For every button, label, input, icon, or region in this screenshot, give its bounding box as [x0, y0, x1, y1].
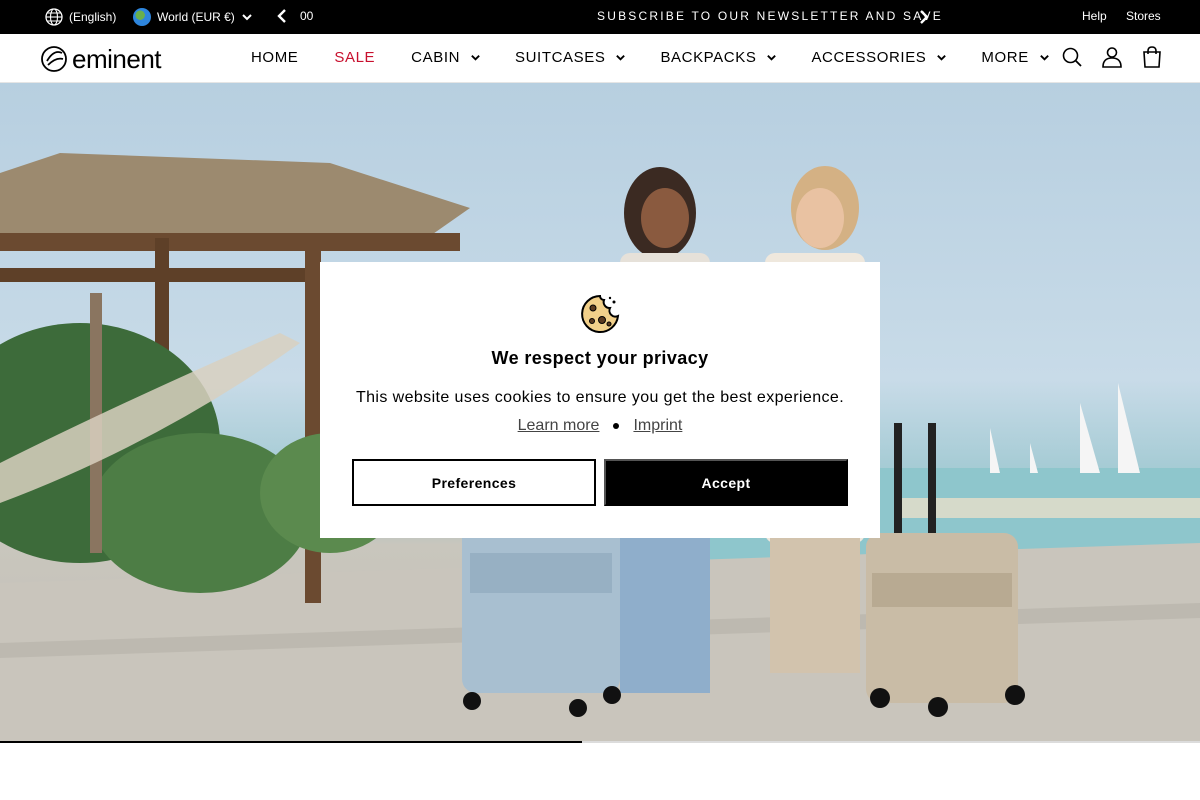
account-icon[interactable]: [1102, 46, 1122, 68]
dialog-links: Learn more Imprint: [320, 417, 880, 435]
chevron-down-icon: [1039, 55, 1049, 61]
nav-home[interactable]: HOME: [251, 49, 298, 66]
dialog-title: We respect your privacy: [491, 348, 709, 368]
link-separator: [613, 423, 620, 429]
slide-progress-fill: [0, 741, 582, 743]
nav-label: SUITCASES: [515, 49, 606, 66]
region-label: World (EUR €): [157, 10, 235, 24]
newsletter-announcement[interactable]: SUBSCRIBE TO OUR NEWSLETTER AND SAVE: [597, 9, 943, 23]
announcement-bar: (English) World (EUR €) 00 SUBSCRIBE TO …: [0, 0, 1200, 34]
nav-label: HOME: [251, 49, 299, 66]
imprint-link[interactable]: Imprint: [633, 417, 682, 435]
nav-accessories[interactable]: ACCESSORIES: [811, 49, 947, 66]
chevron-right-icon: [920, 10, 929, 24]
announcement-next[interactable]: [918, 9, 930, 28]
nav-suitcases[interactable]: SUITCASES: [515, 49, 626, 66]
logo-wordmark: eminent: [72, 44, 162, 74]
chevron-left-icon: [277, 9, 286, 23]
site-header: eminent HOME SALE CABIN SUITCASES BACKPA…: [0, 34, 1200, 83]
learn-more-link[interactable]: Learn more: [518, 417, 600, 435]
nav-backpacks[interactable]: BACKPACKS: [660, 49, 777, 66]
nav-label: BACKPACKS: [660, 49, 757, 66]
brand-logo[interactable]: eminent: [40, 44, 162, 74]
globe-icon: [45, 8, 63, 26]
earth-icon: [133, 8, 151, 26]
nav-more[interactable]: MORE: [981, 49, 1049, 66]
chevron-down-icon: [471, 55, 480, 61]
chevron-down-icon: [937, 55, 947, 61]
language-selector[interactable]: (English): [45, 8, 116, 26]
preferences-button[interactable]: Preferences: [352, 459, 596, 506]
chevron-down-icon: [767, 55, 777, 61]
header-actions: [1062, 46, 1162, 68]
cookie-icon: [581, 294, 620, 333]
main-nav: HOME SALE CABIN SUITCASES BACKPACKS ACCE…: [251, 49, 1050, 66]
region-selector[interactable]: World (EUR €): [133, 8, 253, 26]
dialog-message: This website uses cookies to ensure you …: [355, 389, 845, 406]
cookie-consent-dialog: We respect your privacy This website use…: [320, 262, 880, 538]
accept-button[interactable]: Accept: [604, 459, 848, 506]
nav-sale[interactable]: SALE: [334, 49, 375, 66]
announcement-prev[interactable]: 00: [276, 8, 313, 24]
help-link[interactable]: Help: [1082, 9, 1107, 23]
logo-mark-icon: [41, 46, 67, 72]
nav-label: SALE: [334, 49, 376, 66]
announcement-counter: 00: [300, 9, 314, 23]
nav-cabin[interactable]: CABIN: [411, 49, 481, 66]
search-icon[interactable]: [1062, 46, 1082, 68]
chevron-down-icon: [616, 55, 626, 61]
cart-icon[interactable]: [1142, 46, 1162, 68]
nav-label: MORE: [981, 49, 1029, 66]
nav-label: CABIN: [411, 49, 461, 66]
stores-link[interactable]: Stores: [1126, 9, 1161, 23]
nav-label: ACCESSORIES: [811, 49, 927, 66]
language-label: (English): [69, 10, 117, 24]
chevron-down-icon: [242, 14, 252, 21]
